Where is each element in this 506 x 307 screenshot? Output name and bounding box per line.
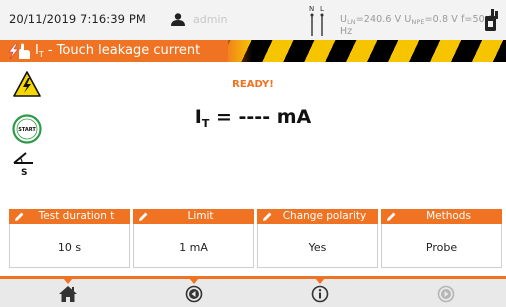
- result-value: = ---- mA: [209, 106, 312, 128]
- unpe-sub: NPE: [411, 18, 425, 26]
- slope-label: S: [21, 168, 27, 176]
- param-value: 10 s: [57, 241, 82, 254]
- param-change-polarity[interactable]: Change polarity Yes: [257, 209, 378, 268]
- status-ready: READY!: [232, 79, 274, 90]
- param-methods[interactable]: Methods Probe: [381, 209, 502, 268]
- title-label: - Touch leakage current: [43, 43, 201, 58]
- hand-touch-icon: [8, 43, 30, 60]
- phase-indicator-icon: N L: [309, 5, 324, 36]
- measurement-readout: ULN=240.6 V UNPE=0.8 V f=50.0 Hz: [340, 14, 506, 37]
- status-bar: 20/11/2019 7:16:39 PM admin N L ULN=240.…: [0, 0, 506, 40]
- username: admin: [193, 13, 228, 26]
- back-icon[interactable]: [184, 285, 204, 303]
- datetime: 20/11/2019 7:16:39 PM: [9, 12, 146, 26]
- home-icon[interactable]: [58, 285, 78, 303]
- page-title: IT - Touch leakage current: [35, 43, 200, 59]
- angle-slope-icon: S: [13, 152, 33, 176]
- param-label: Limit: [187, 210, 214, 222]
- param-value: Probe: [425, 241, 458, 254]
- param-value: Yes: [308, 241, 327, 254]
- unpe-value: =0.8 V: [424, 14, 458, 25]
- measurement-result: IT = ---- mA: [0, 106, 506, 130]
- param-test-duration[interactable]: Test duration t 10 s: [9, 209, 130, 268]
- user-icon: [171, 13, 185, 26]
- phase-l-label: L: [320, 5, 324, 13]
- info-icon[interactable]: [310, 285, 330, 303]
- param-label: Change polarity: [282, 210, 367, 222]
- uln-symbol: U: [340, 14, 348, 25]
- uln-value: =240.6 V: [355, 14, 402, 25]
- uln-sub: LN: [347, 18, 356, 26]
- phase-n-label: N: [309, 5, 314, 13]
- forward-icon[interactable]: [436, 285, 456, 303]
- plug-icon: [485, 9, 498, 31]
- title-bar: IT - Touch leakage current: [0, 40, 506, 62]
- param-value: 1 mA: [179, 241, 208, 254]
- param-label: Test duration t: [38, 210, 115, 222]
- param-label: Methods: [426, 210, 471, 222]
- result-symbol: I: [194, 106, 202, 128]
- param-limit[interactable]: Limit 1 mA: [133, 209, 254, 268]
